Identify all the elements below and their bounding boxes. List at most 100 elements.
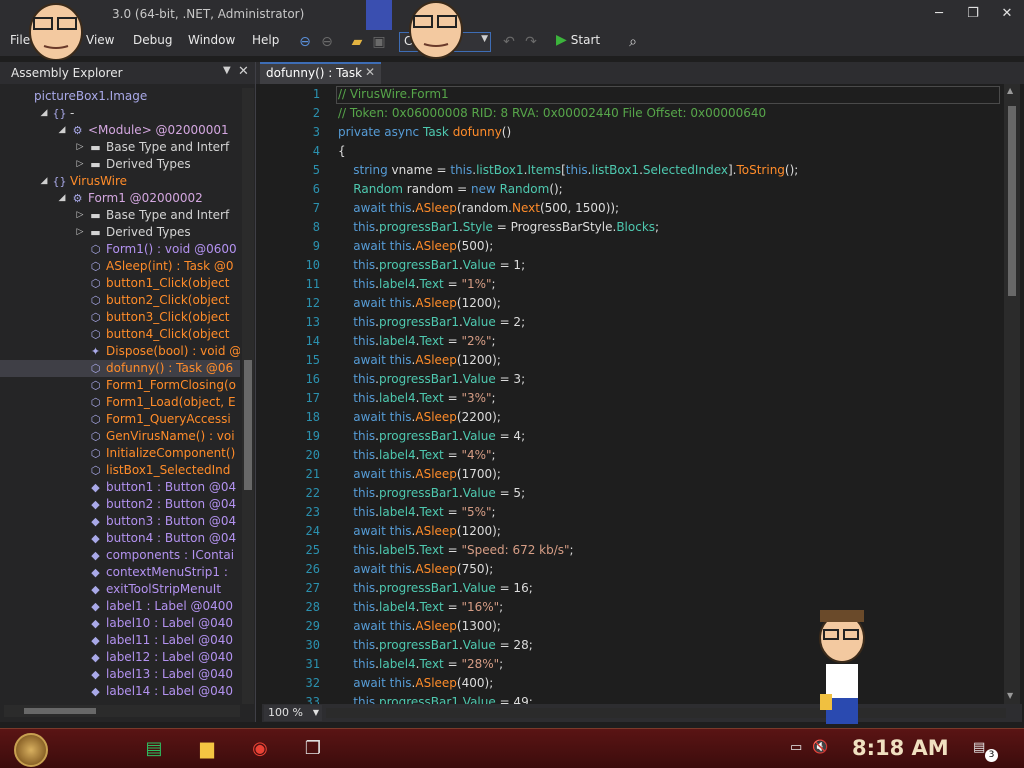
minimize-button[interactable]: ─ (924, 2, 954, 26)
editor-scroll-thumb[interactable] (1008, 106, 1016, 296)
tree-item[interactable]: ⬡ listBox1_SelectedInd (0, 462, 240, 479)
editor-vertical-scrollbar[interactable]: ▲ ▼ (1004, 84, 1020, 704)
tree-item[interactable]: ⬡ Form1_Load(object, E (0, 394, 240, 411)
collapsed-arrow-icon[interactable]: ▷ (74, 207, 86, 224)
tree-item[interactable]: ⬡ button1_Click(object (0, 275, 240, 292)
code-line[interactable]: this.progressBar1.Value = 3; (338, 372, 525, 386)
code-line[interactable]: await this.ASleep(2200); (338, 410, 501, 424)
tree-item[interactable]: ▷ ▬ Derived Types (0, 224, 240, 241)
code-line[interactable]: this.progressBar1.Value = 2; (338, 315, 525, 329)
tree-item[interactable]: ◢ ⚙ Form1 @02000002 (0, 190, 240, 207)
start-menu-button[interactable] (14, 733, 48, 767)
code-line[interactable]: Random random = new Random(); (338, 182, 562, 196)
menu-window[interactable]: Window (188, 33, 235, 47)
code-editor[interactable]: 1 // VirusWire.Form1 2 // Token: 0x06000008… (262, 84, 1006, 704)
code-line[interactable]: // Token: 0x06000008 RID: 8 RVA: 0x00002… (338, 106, 766, 120)
code-line[interactable]: this.label4.Text = "16%"; (338, 600, 503, 614)
tree-horizontal-scrollbar[interactable] (4, 705, 240, 717)
tree-item[interactable]: ⬡ button2_Click(object (0, 292, 240, 309)
redo-icon[interactable]: ↷ (522, 33, 540, 51)
code-line[interactable]: this.progressBar1.Style = ProgressBarSty… (338, 220, 659, 234)
code-line[interactable]: this.label4.Text = "1%"; (338, 277, 495, 291)
code-line[interactable]: this.progressBar1.Value = 5; (338, 486, 525, 500)
tree-item[interactable]: ◆ contextMenuStrip1 : (0, 564, 240, 581)
panel-close-icon[interactable]: ✕ (238, 64, 249, 79)
maximize-button[interactable]: ❐ (958, 2, 988, 26)
code-line[interactable]: this.label4.Text = "28%"; (338, 657, 503, 671)
evernote-icon[interactable]: ▤ (140, 735, 168, 763)
scroll-down-icon[interactable]: ▼ (1007, 691, 1013, 700)
tree-item[interactable]: ◆ label14 : Label @040 (0, 683, 240, 700)
code-line[interactable]: await this.ASleep(1200); (338, 296, 501, 310)
tree-item[interactable]: ◆ button4 : Button @04 (0, 530, 240, 547)
expanded-arrow-icon[interactable]: ◢ (56, 190, 68, 207)
menu-debug[interactable]: Debug (133, 33, 172, 47)
code-line[interactable]: this.progressBar1.Value = 4; (338, 429, 525, 443)
close-button[interactable]: ✕ (992, 2, 1022, 26)
code-line[interactable]: // VirusWire.Form1 (338, 87, 449, 101)
tree-item[interactable]: ⬡ button4_Click(object (0, 326, 240, 343)
navigate-back-icon[interactable]: ⊖ (296, 33, 314, 51)
tree-item[interactable]: ◆ button3 : Button @04 (0, 513, 240, 530)
expanded-arrow-icon[interactable]: ◢ (56, 122, 68, 139)
code-line[interactable]: await this.ASleep(500); (338, 239, 493, 253)
volume-muted-icon[interactable]: 🔇 (812, 740, 828, 755)
code-line[interactable]: await this.ASleep(1700); (338, 467, 501, 481)
undo-icon[interactable]: ↶ (500, 33, 518, 51)
code-line[interactable]: { (338, 144, 346, 158)
clock[interactable]: 8:18 AM (852, 736, 949, 760)
code-line[interactable]: await this.ASleep(400); (338, 676, 493, 690)
tree-item[interactable]: ▷ ▬ Derived Types (0, 156, 240, 173)
network-icon[interactable]: ▭ (790, 740, 802, 755)
code-line[interactable]: this.label4.Text = "5%"; (338, 505, 495, 519)
tree-item[interactable]: ◆ exitToolStripMenuIt (0, 581, 240, 598)
start-button[interactable]: ▶ Start (556, 32, 600, 52)
tree-item[interactable]: ⬡ dofunny() : Task @06 (0, 360, 240, 377)
code-line[interactable]: this.label5.Text = "Speed: 672 kb/s"; (338, 543, 573, 557)
scroll-up-icon[interactable]: ▲ (1007, 86, 1013, 95)
tree-vertical-scrollbar[interactable] (242, 88, 254, 704)
collapsed-arrow-icon[interactable]: ▷ (74, 224, 86, 241)
collapsed-arrow-icon[interactable]: ▷ (74, 156, 86, 173)
code-line[interactable]: this.progressBar1.Value = 16; (338, 581, 532, 595)
code-line[interactable]: this.progressBar1.Value = 28; (338, 638, 532, 652)
tree-item[interactable]: ◆ button1 : Button @04 (0, 479, 240, 496)
collapsed-arrow-icon[interactable]: ▷ (74, 139, 86, 156)
tree-item[interactable]: pictureBox1.Image (0, 88, 240, 105)
navigate-forward-icon[interactable]: ⊖ (318, 33, 336, 51)
expanded-arrow-icon[interactable]: ◢ (38, 173, 50, 190)
tree-hscroll-thumb[interactable] (24, 708, 96, 714)
code-line[interactable]: private async Task dofunny() (338, 125, 511, 139)
tree-item[interactable]: ◆ label1 : Label @0400 (0, 598, 240, 615)
zoom-select[interactable]: 100 % ▼ (264, 705, 322, 721)
file-explorer-icon[interactable]: ▆ (193, 735, 221, 763)
tree-item[interactable]: ◢ ⚙ <Module> @02000001 (0, 122, 240, 139)
code-line[interactable]: await this.ASleep(1300); (338, 619, 501, 633)
tree-item[interactable]: ◆ label13 : Label @040 (0, 666, 240, 683)
code-line[interactable]: await this.ASleep(random.Next(500, 1500)… (338, 201, 619, 215)
tree-item[interactable]: ⬡ GenVirusName() : voi (0, 428, 240, 445)
tree-item[interactable]: ◆ components : IContai (0, 547, 240, 564)
editor-horizontal-scrollbar[interactable] (326, 708, 1006, 718)
tree-item[interactable]: ◢{} VirusWire (0, 173, 240, 190)
tree-item[interactable]: ◆ button2 : Button @04 (0, 496, 240, 513)
tree-item[interactable]: ▷ ▬ Base Type and Interf (0, 207, 240, 224)
code-line[interactable]: await this.ASleep(750); (338, 562, 493, 576)
code-line[interactable]: this.progressBar1.Value = 1; (338, 258, 525, 272)
open-folder-icon[interactable]: ▰ (348, 33, 366, 51)
tree-item[interactable]: ✦ Dispose(bool) : void @ (0, 343, 240, 360)
action-center-icon[interactable]: ▤ (973, 740, 985, 755)
tab-close-icon[interactable]: ✕ (365, 65, 375, 79)
expanded-arrow-icon[interactable]: ◢ (38, 105, 50, 122)
code-line[interactable]: this.label4.Text = "2%"; (338, 334, 495, 348)
code-line[interactable]: this.label4.Text = "3%"; (338, 391, 495, 405)
chrome-icon[interactable]: ◉ (246, 735, 274, 763)
code-line[interactable]: await this.ASleep(1200); (338, 353, 501, 367)
tree-item[interactable]: ◆ label11 : Label @040 (0, 632, 240, 649)
tree-item[interactable]: ⬡ Form1_QueryAccessi (0, 411, 240, 428)
code-line[interactable]: this.progressBar1.Value = 49; (338, 695, 532, 704)
tree-item[interactable]: ⬡ InitializeComponent() (0, 445, 240, 462)
search-icon[interactable]: ⌕ (624, 33, 642, 51)
tree-item[interactable]: ▷ ▬ Base Type and Interf (0, 139, 240, 156)
tree-item[interactable]: ◢{} - (0, 105, 240, 122)
